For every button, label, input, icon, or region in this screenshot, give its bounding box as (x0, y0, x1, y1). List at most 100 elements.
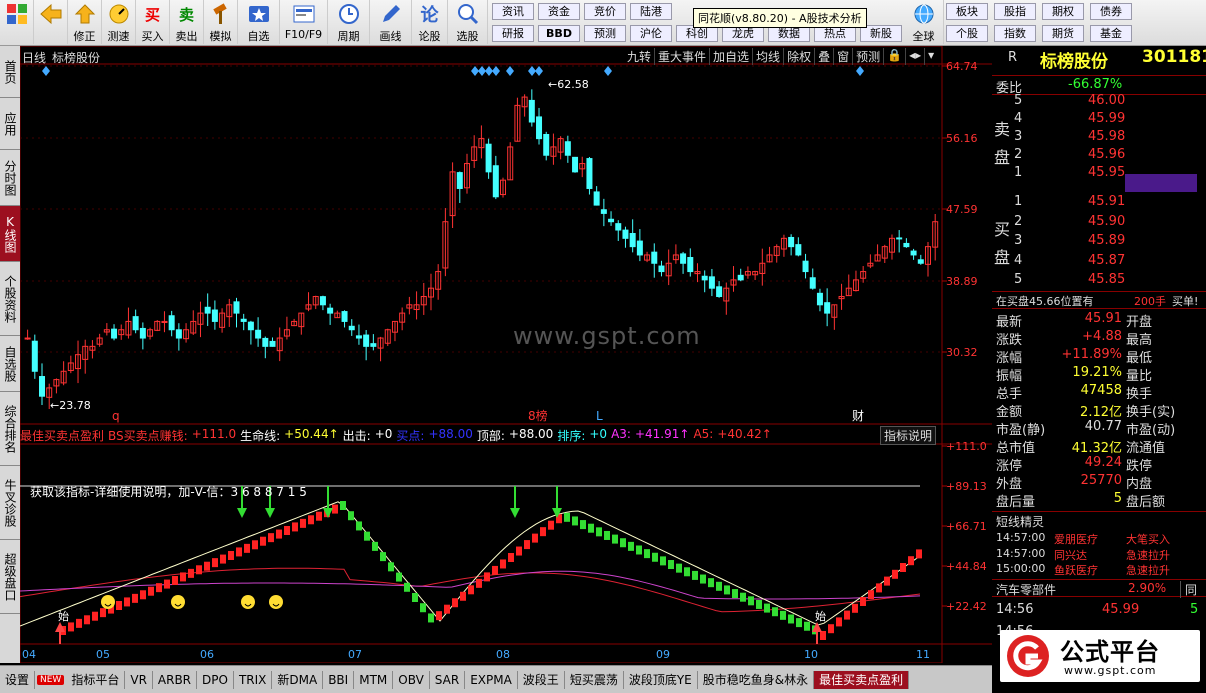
nav-home[interactable]: 首页 (0, 46, 20, 98)
candle-body (31, 340, 38, 372)
nav-kline[interactable]: K线图 (0, 206, 20, 262)
tab-dpo[interactable]: DPO (197, 670, 234, 689)
indicator-tabs-bar: 设置 NEW 指标平台 VR ARBR DPO TRIX 新DMA BBI MT… (0, 665, 992, 693)
toolbar-period[interactable]: 周期 (328, 0, 370, 44)
nav-watchlist[interactable]: 自选股 (0, 336, 20, 392)
buy-notice-tag: 买单! (1172, 295, 1199, 308)
tab-mtm[interactable]: MTM (354, 670, 394, 689)
btn-major-events[interactable]: 重大事件 (655, 48, 711, 65)
quick-btn-index-futures[interactable]: 股指 (994, 3, 1036, 20)
toolbar-f10[interactable]: F10/F9 (280, 0, 328, 44)
dropdown-icon[interactable]: ▾ (925, 48, 937, 65)
btn-nine-turn[interactable]: 九转 (624, 48, 656, 65)
quick-btn-forecast[interactable]: 预测 (584, 25, 626, 42)
quick-btn-hk[interactable]: 陆港 (630, 3, 672, 20)
candle-body (528, 99, 535, 123)
tab-settings[interactable]: 设置 (0, 670, 36, 689)
btn-forecast[interactable]: 预测 (853, 48, 885, 65)
sector-row[interactable]: 汽车零部件 2.90% 同 (992, 579, 1206, 598)
indicator-explain-button[interactable]: 指标说明 (880, 426, 937, 445)
event-diamond (535, 66, 543, 76)
bid-level: 2 (1014, 213, 1023, 229)
toolbar-discuss[interactable]: 论论股 (412, 0, 448, 44)
quick-btn-research[interactable]: 研报 (492, 25, 534, 42)
toolbar-back[interactable] (34, 0, 68, 44)
quick-btn-funds[interactable]: 资金 (538, 3, 580, 20)
tab-short-buy[interactable]: 短买震荡 (565, 670, 624, 689)
btn-add-watchlist[interactable]: 加自选 (710, 48, 754, 65)
btn-moving-average[interactable]: 均线 (753, 48, 785, 65)
quick-btn-news[interactable]: 资讯 (492, 3, 534, 20)
tab-new-dma[interactable]: 新DMA (272, 670, 324, 689)
nav-apps[interactable]: 应用 (0, 98, 20, 150)
quick-btn-bonds[interactable]: 债券 (1090, 3, 1132, 20)
toolbar-speed[interactable]: 测速 (102, 0, 136, 44)
nav-ranking[interactable]: 综合排名 (0, 392, 20, 466)
quick-btn-sector[interactable]: 板块 (946, 3, 988, 20)
toolbar-buy[interactable]: 买买入 (136, 0, 170, 44)
quick-btn-indexes[interactable]: 指数 (994, 25, 1036, 42)
tab-bbi[interactable]: BBI (323, 670, 355, 689)
btn-window[interactable]: 窗 (834, 48, 854, 65)
event-diamond (506, 66, 514, 76)
quick-btn-auction[interactable]: 竞价 (584, 3, 626, 20)
tab-wave-top-bottom[interactable]: 波段顶底YE (624, 670, 698, 689)
tab-trix[interactable]: TRIX (234, 670, 273, 689)
quick-btn-bbd[interactable]: BBD (538, 25, 580, 42)
candle-body (175, 329, 182, 339)
btn-overlay[interactable]: 叠 (815, 48, 835, 65)
bs-signal-block (276, 529, 282, 539)
candle-body (658, 265, 665, 273)
bs-signal-block (564, 512, 570, 522)
indicator-a5-value: +40.42↑ (717, 427, 772, 441)
nav-diagnosis[interactable]: 牛叉诊股 (0, 466, 20, 540)
tab-obv[interactable]: OBV (393, 670, 430, 689)
toolbar-sell-label: 卖出 (175, 30, 198, 43)
nav-timeshare[interactable]: 分时图 (0, 150, 20, 206)
bs-signal-block (100, 608, 106, 618)
toolbar-simulate[interactable]: 模拟 (204, 0, 238, 44)
tab-arbr[interactable]: ARBR (153, 670, 198, 689)
stat-row: 涨跌 +4.88 最高 (992, 329, 1206, 348)
stat-row: 最新 45.91 开盘 (992, 311, 1206, 330)
quick-btn-shlondon[interactable]: 沪伦 (630, 25, 672, 42)
quick-btn-stocks[interactable]: 个股 (946, 25, 988, 42)
tab-indicator-platform[interactable]: 指标平台 (66, 670, 126, 689)
ask-price: 46.00 (1088, 93, 1126, 108)
bs-signal-block (236, 547, 242, 557)
stat-right-label: 换手(实) (1126, 405, 1176, 420)
toolbar-watchlist[interactable]: 自选 (238, 0, 280, 44)
tab-expma[interactable]: EXPMA (465, 670, 518, 689)
tab-fish-body[interactable]: 股市稳吃鱼身&林永 (698, 670, 815, 689)
bid-row: 3 45.89 (992, 233, 1206, 251)
lock-icon[interactable]: 🔒 (884, 48, 907, 65)
tab-sar[interactable]: SAR (430, 670, 466, 689)
btn-ex-rights[interactable]: 除权 (784, 48, 816, 65)
bs-signal-block (116, 601, 122, 610)
nav-profile[interactable]: 个股资料 (0, 262, 20, 336)
toolbar-sell[interactable]: 卖卖出 (170, 0, 204, 44)
toolbar-windows-grid[interactable] (0, 0, 34, 44)
tab-best-buy-sell[interactable]: 最佳买卖点盈利 (814, 670, 910, 689)
toolbar-discuss-label: 论股 (418, 30, 441, 43)
nav-super-orderbook[interactable]: 超级盘口 (0, 540, 20, 614)
kline-chart-area[interactable]: 64.74 56.16 47.59 38.89 30.32 ←62.58 ←23.78 q 8榜… (20, 46, 992, 663)
toolbar-global[interactable]: 全球 (904, 0, 944, 44)
price-tick-label: 47.59 (946, 203, 978, 216)
quick-btn-futures[interactable]: 期货 (1042, 25, 1084, 42)
candle-body (327, 307, 334, 314)
stat-row: 涨幅 +11.89% 最低 (992, 347, 1206, 366)
bs-signal-block (476, 578, 482, 588)
bs-signal-block (204, 561, 210, 571)
quick-btn-options[interactable]: 期权 (1042, 3, 1084, 20)
elf-row[interactable]: 15:00:00 鱼跃医疗 急速拉升 (992, 562, 1206, 580)
arrow-left-icon[interactable]: ◂▸ (906, 48, 926, 65)
tab-wave-king[interactable]: 波段王 (518, 670, 565, 689)
tab-vr[interactable]: VR (125, 670, 153, 689)
toolbar-fix[interactable]: 修正 (68, 0, 102, 44)
toolbar-draw[interactable]: 画线 (370, 0, 412, 44)
toolbar-screener[interactable]: 选股 (448, 0, 488, 44)
star-icon (247, 3, 271, 25)
indicator-life-label: 生命线: (240, 429, 281, 443)
quick-btn-funds-market[interactable]: 基金 (1090, 25, 1132, 42)
